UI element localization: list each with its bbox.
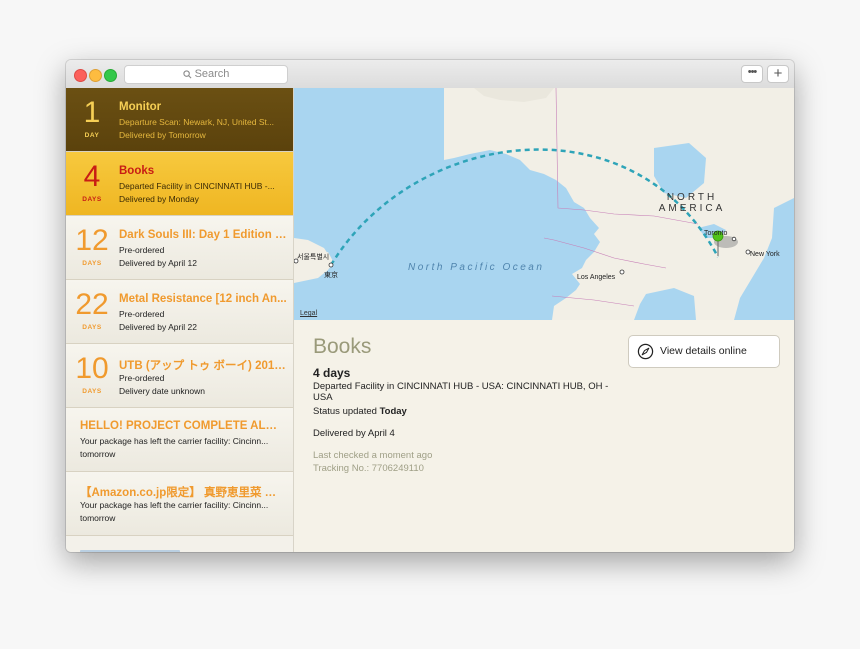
city-label-new-york: New York <box>750 251 780 258</box>
city-label-tokyo: 東京 <box>324 272 338 279</box>
updated-prefix: Status updated <box>313 406 380 417</box>
last-checked: Last checked a moment ago <box>313 450 433 461</box>
city-label-los-angeles: Los Angeles <box>577 274 616 281</box>
los-angeles-dot <box>619 269 625 275</box>
package-item-utb[interactable]: 10 DAYS UTB (アップ トゥ ボーイ) 2016··· Pre-ord… <box>66 344 293 408</box>
more-options-button[interactable]: ••• <box>741 65 763 83</box>
package-title: Books <box>119 165 155 177</box>
package-status: Your package has left the carrier facili… <box>80 436 269 446</box>
package-title: HELLO! PROJECT COMPLETE ALBU... <box>80 420 280 432</box>
search-field[interactable]: Search <box>124 65 288 84</box>
search-icon <box>182 69 192 79</box>
view-details-online-button[interactable]: View details online <box>628 335 780 368</box>
title-bar: Search ••• + <box>66 60 794 89</box>
package-title: UTB (アップ トゥ ボーイ) 2016··· <box>119 360 287 372</box>
days-unit: DAYS <box>82 196 102 203</box>
package-delivery: tomorrow <box>80 449 116 459</box>
package-title: 【Amazon.co.jp限定】 真野恵里菜 スケ··· <box>80 487 280 499</box>
detail-days: 4 days <box>313 366 351 380</box>
detail-updated: Status updated Today <box>313 406 407 417</box>
close-window-button[interactable] <box>74 69 87 82</box>
package-delivery: Delivered by Monday <box>119 194 199 204</box>
days-remaining: 22 <box>75 288 109 321</box>
package-item-monitor[interactable]: 1 DAY Monitor Departure Scan: Newark, NJ… <box>66 88 293 152</box>
north-america-land <box>444 88 794 320</box>
updated-value: Today <box>379 406 407 417</box>
package-title: Metal Resistance [12 inch An... <box>119 293 287 305</box>
legal-link[interactable]: Legal <box>300 310 317 317</box>
package-delivery: Delivered by Tomorrow <box>119 130 206 140</box>
minimize-window-button[interactable] <box>89 69 102 82</box>
days-remaining: 4 <box>83 160 101 193</box>
plus-icon: + <box>773 65 783 82</box>
tracking-map[interactable]: 서울특별시 東京 North Pacific Ocean NORTH AMERI… <box>294 88 794 320</box>
ocean-label: North Pacific Ocean <box>408 262 545 273</box>
package-status: Your package has left the carrier facili… <box>80 500 269 510</box>
package-item-metal-resistance[interactable]: 22 DAYS Metal Resistance [12 inch An... … <box>66 280 293 344</box>
package-item-partial[interactable] <box>80 550 180 552</box>
continent-label-line2: AMERICA <box>658 203 726 214</box>
view-details-label: View details online <box>660 345 747 357</box>
days-unit: DAYS <box>82 324 102 331</box>
detail-delivery: Delivered by April 4 <box>313 428 395 439</box>
compass-icon <box>637 343 654 360</box>
package-item-amazon-jp[interactable]: 【Amazon.co.jp限定】 真野恵里菜 スケ··· Your packag… <box>66 472 293 536</box>
zoom-window-button[interactable] <box>104 69 117 82</box>
tracking-number: Tracking No.: 7706249110 <box>313 463 424 474</box>
package-delivery: Delivery date unknown <box>119 386 205 396</box>
package-status: Departure Scan: Newark, NJ, United St... <box>119 117 274 127</box>
city-label-seoul: 서울특별시 <box>297 254 330 261</box>
ellipsis-icon: ••• <box>747 66 758 78</box>
days-remaining: 12 <box>75 224 109 257</box>
package-delivery: Delivered by April 12 <box>119 258 197 268</box>
days-remaining: 1 <box>83 96 101 129</box>
package-title: Monitor <box>119 101 162 113</box>
package-item-dark-souls[interactable]: 12 DAYS Dark Souls III: Day 1 Edition -.… <box>66 216 293 280</box>
city-dot <box>731 236 737 242</box>
continent-label-line1: NORTH <box>666 192 718 203</box>
package-delivery: Delivered by April 22 <box>119 322 197 332</box>
search-placeholder: Search <box>194 68 230 80</box>
package-status: Pre-ordered <box>119 309 165 319</box>
days-remaining: 10 <box>75 352 109 385</box>
package-delivery: tomorrow <box>80 513 116 523</box>
days-unit: DAYS <box>82 260 102 267</box>
continent-label: NORTH AMERICA <box>650 192 734 214</box>
detail-status: Departed Facility in CINCINNATI HUB - US… <box>313 381 609 403</box>
days-unit: DAYS <box>82 388 102 395</box>
days-unit: DAY <box>84 132 100 139</box>
app-window: Search ••• + 1 DAY Monitor Departure Sca… <box>66 60 794 552</box>
package-status: Pre-ordered <box>119 373 165 383</box>
city-label-toronto: Toronto <box>704 230 728 237</box>
package-list: 1 DAY Monitor Departure Scan: Newark, NJ… <box>66 88 294 552</box>
package-status: Pre-ordered <box>119 245 165 255</box>
tokyo-dot <box>328 262 334 268</box>
package-status: Departed Facility in CINCINNATI HUB -... <box>119 181 275 191</box>
package-item-books[interactable]: 4 DAYS Books Departed Facility in CINCIN… <box>66 152 293 216</box>
package-item-hello-project[interactable]: HELLO! PROJECT COMPLETE ALBU... Your pac… <box>66 408 293 472</box>
add-package-button[interactable]: + <box>767 65 789 83</box>
detail-title: Books <box>313 335 372 358</box>
package-detail-pane: Books 4 days Departed Facility in CINCIN… <box>294 320 794 552</box>
package-title: Dark Souls III: Day 1 Edition -... <box>119 229 287 241</box>
